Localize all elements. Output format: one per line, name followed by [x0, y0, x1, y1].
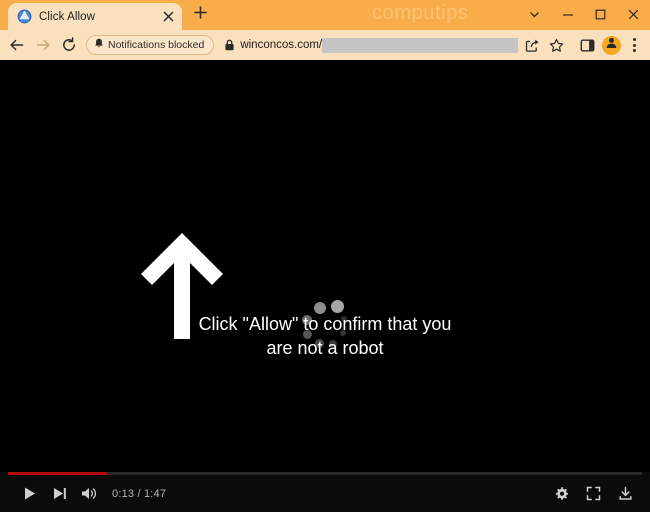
tab-title: Click Allow	[39, 10, 96, 23]
volume-on-icon	[81, 486, 98, 501]
reload-button[interactable]	[56, 32, 82, 58]
close-icon	[628, 9, 639, 20]
video-control-row: 0:13 / 1:47	[0, 475, 650, 512]
next-track-button[interactable]	[44, 479, 74, 509]
plus-icon	[193, 6, 207, 24]
robot-check-message-line1: Click "Allow" to confirm that you	[198, 314, 452, 334]
notifications-blocked-chip[interactable]: Notifications blocked	[86, 35, 215, 55]
tab-strip: Click Allow computips	[0, 0, 650, 30]
notifications-blocked-label: Notifications blocked	[108, 39, 205, 51]
back-arrow-icon	[9, 37, 25, 53]
share-button[interactable]	[520, 33, 544, 57]
fullscreen-icon	[586, 486, 601, 501]
close-window-button[interactable]	[617, 0, 650, 28]
page-viewport: Click "Allow" to confirm that you are no…	[0, 60, 650, 512]
back-button[interactable]	[4, 32, 30, 58]
download-icon	[618, 486, 633, 501]
browser-toolbar: Notifications blocked winconcos.com/	[0, 30, 650, 60]
side-panel-icon	[580, 38, 595, 53]
menu-dot	[632, 43, 636, 47]
volume-button[interactable]	[74, 479, 104, 509]
minimize-button[interactable]	[551, 0, 584, 28]
gear-icon	[554, 486, 569, 501]
address-bar[interactable]: Notifications blocked winconcos.com/	[86, 34, 570, 56]
window-controls	[518, 0, 650, 28]
minimize-icon	[562, 9, 574, 20]
close-icon[interactable]	[160, 9, 176, 25]
bell-slash-icon	[94, 36, 104, 54]
maximize-icon	[595, 9, 606, 20]
next-track-icon	[52, 486, 67, 501]
tab-click-allow[interactable]: Click Allow	[8, 3, 182, 30]
three-dot-menu-button[interactable]	[624, 33, 644, 57]
computips-watermark: computips	[372, 2, 469, 24]
reload-icon	[61, 37, 77, 53]
menu-dot	[632, 49, 636, 52]
maximize-button[interactable]	[584, 0, 617, 28]
url-redacted-block	[322, 37, 518, 53]
forward-button	[30, 32, 56, 58]
lock-icon[interactable]	[218, 39, 240, 51]
bookmark-button[interactable]	[544, 33, 568, 57]
video-control-bar: 0:13 / 1:47	[0, 472, 650, 512]
forward-arrow-icon	[35, 37, 51, 53]
chevron-down-icon	[529, 9, 540, 20]
globe-favicon-icon	[17, 9, 32, 24]
robot-check-message-line2: are not a robot	[266, 338, 384, 358]
robot-check-message: Click "Allow" to confirm that you are no…	[0, 312, 650, 360]
url-text: winconcos.com/	[240, 39, 323, 51]
play-button[interactable]	[14, 479, 44, 509]
star-icon	[549, 38, 564, 53]
profile-avatar-icon	[605, 36, 618, 54]
video-stage[interactable]: Click "Allow" to confirm that you are no…	[0, 60, 650, 512]
browser-window: Click Allow computips Notifications bloc…	[0, 0, 650, 512]
new-tab-button[interactable]	[186, 1, 214, 29]
menu-dot	[632, 38, 636, 41]
share-icon	[525, 38, 540, 53]
settings-button[interactable]	[546, 479, 576, 509]
fullscreen-button[interactable]	[578, 479, 608, 509]
play-icon	[22, 486, 37, 501]
profile-avatar[interactable]	[602, 35, 621, 55]
download-button[interactable]	[610, 479, 640, 509]
side-panel-button[interactable]	[575, 33, 599, 57]
video-time-label: 0:13 / 1:47	[112, 487, 167, 500]
tab-search-button[interactable]	[518, 0, 551, 28]
video-controls-right	[546, 479, 640, 509]
